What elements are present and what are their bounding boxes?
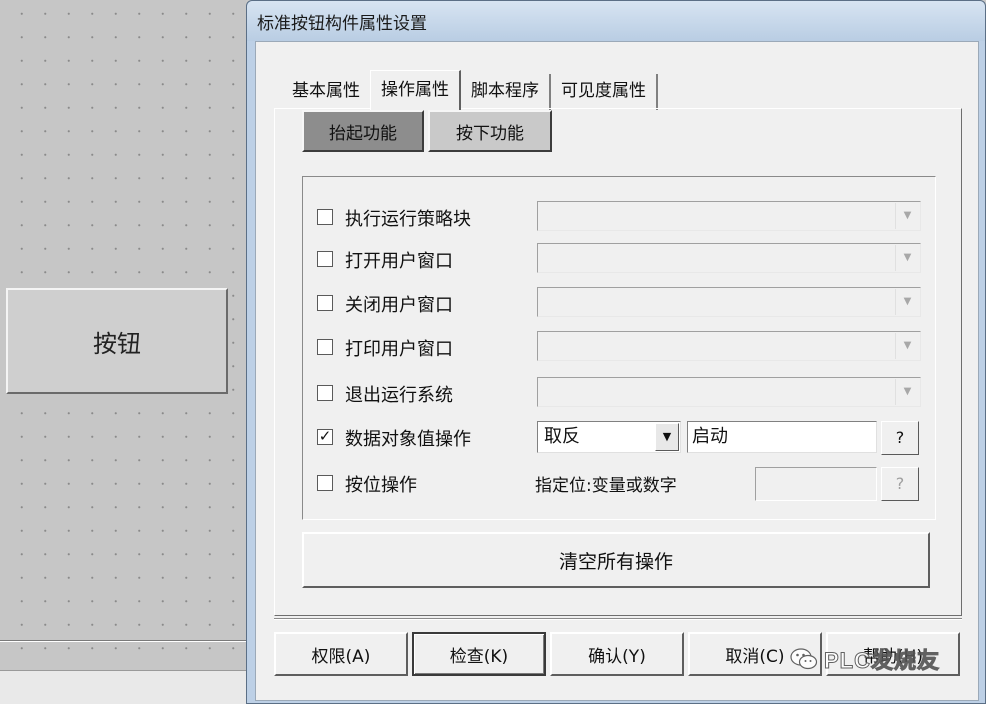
check-label: 检查(K) [449, 646, 509, 667]
bit-select-button[interactable]: ? [881, 467, 919, 501]
clear-all-label: 清空所有操作 [558, 550, 673, 573]
bit-specifier-input[interactable] [755, 467, 877, 501]
data-object-variable-input[interactable]: 启动 [687, 421, 877, 453]
label-exit-system: 退出运行系统 [345, 385, 453, 406]
checkbox-open-window[interactable] [317, 251, 333, 267]
subtab-press-function[interactable]: 按下功能 [428, 110, 552, 152]
chevron-down-icon[interactable]: ▼ [655, 423, 679, 451]
wechat-logo-icon [790, 647, 818, 671]
chevron-down-icon[interactable]: ▼ [895, 333, 919, 359]
label-close-window: 关闭用户窗口 [345, 295, 453, 316]
checkbox-bit-operation[interactable] [317, 475, 333, 491]
tab-operation-properties[interactable]: 操作属性 [370, 70, 461, 110]
label-data-object: 数据对象值操作 [345, 429, 471, 450]
permission-button[interactable]: 权限(A) [274, 632, 408, 676]
combo-print-window[interactable]: ▼ [537, 331, 921, 361]
chevron-down-icon[interactable]: ▼ [895, 379, 919, 405]
canvas-bottom-strip [0, 670, 246, 704]
subtab-raise-function[interactable]: 抬起功能 [302, 110, 424, 152]
checkbox-print-window[interactable] [317, 339, 333, 355]
label-print-window: 打印用户窗口 [345, 339, 453, 360]
chevron-down-icon[interactable]: ▼ [895, 289, 919, 315]
option-row-open-window: 打开用户窗口 ▼ [303, 243, 935, 277]
check-button[interactable]: 检查(K) [412, 632, 546, 676]
option-row-run-strategy: 执行运行策略块 ▼ [303, 201, 935, 235]
tab-strip: 基本属性 操作属性 脚本程序 可见度属性 [282, 70, 658, 110]
bit-operation-hint: 指定位:变量或数字 [535, 476, 677, 496]
canvas-standard-button[interactable]: 按钮 [6, 288, 228, 394]
option-row-data-object: ✓ 数据对象值操作 取反 ▼ 启动 ? [303, 421, 935, 455]
option-row-print-window: 打印用户窗口 ▼ [303, 331, 935, 365]
dialog-title: 标准按钮构件属性设置 [257, 14, 427, 34]
checkbox-data-object[interactable]: ✓ [317, 429, 333, 445]
permission-label: 权限(A) [311, 646, 371, 667]
combo-open-window[interactable]: ▼ [537, 243, 921, 273]
combo-data-operation[interactable]: 取反 ▼ [537, 421, 681, 453]
combo-close-window[interactable]: ▼ [537, 287, 921, 317]
clear-all-operations-button[interactable]: 清空所有操作 [302, 532, 930, 588]
tab-script-program[interactable]: 脚本程序 [461, 74, 551, 110]
chevron-down-icon[interactable]: ▼ [895, 245, 919, 271]
watermark: PLC发烧友 [790, 642, 986, 676]
checkbox-run-strategy[interactable] [317, 209, 333, 225]
operation-options-group: 执行运行策略块 ▼ 打开用户窗口 ▼ 关闭用户窗口 ▼ 打印用户窗口 ▼ 退出运… [302, 176, 936, 520]
label-bit-operation: 按位操作 [345, 475, 417, 496]
dialog-titlebar[interactable]: 标准按钮构件属性设置 [247, 1, 985, 41]
design-canvas[interactable]: 按钮 [0, 0, 246, 704]
label-run-strategy: 执行运行策略块 [345, 209, 471, 230]
confirm-label: 确认(Y) [588, 646, 646, 667]
canvas-button-label: 按钮 [93, 329, 141, 358]
property-dialog: 标准按钮构件属性设置 基本属性 操作属性 脚本程序 可见度属性 抬起功能 按下功… [246, 0, 986, 704]
data-operation-value: 取反 [544, 426, 580, 447]
combo-run-strategy[interactable]: ▼ [537, 201, 921, 231]
subtab-raise-label: 抬起功能 [329, 123, 397, 144]
tab-visibility-properties[interactable]: 可见度属性 [551, 74, 658, 110]
tab-basic-properties[interactable]: 基本属性 [282, 74, 370, 110]
combo-exit-system[interactable]: ▼ [537, 377, 921, 407]
checkbox-close-window[interactable] [317, 295, 333, 311]
option-row-exit-system: 退出运行系统 ▼ [303, 377, 935, 411]
label-open-window: 打开用户窗口 [345, 251, 453, 272]
chevron-down-icon[interactable]: ▼ [895, 203, 919, 229]
option-row-close-window: 关闭用户窗口 ▼ [303, 287, 935, 321]
cancel-label: 取消(C) [725, 646, 785, 667]
checkbox-exit-system[interactable] [317, 385, 333, 401]
watermark-text: PLC发烧友 [823, 648, 941, 674]
dialog-client: 基本属性 操作属性 脚本程序 可见度属性 抬起功能 按下功能 执行运行策略块 ▼ [255, 41, 979, 701]
data-object-select-button[interactable]: ? [881, 421, 919, 455]
option-row-bit-operation: 按位操作 指定位:变量或数字 ? [303, 467, 935, 501]
subtab-press-label: 按下功能 [456, 123, 524, 144]
canvas-divider [0, 640, 246, 642]
confirm-button[interactable]: 确认(Y) [550, 632, 684, 676]
bottom-separator [274, 618, 962, 620]
